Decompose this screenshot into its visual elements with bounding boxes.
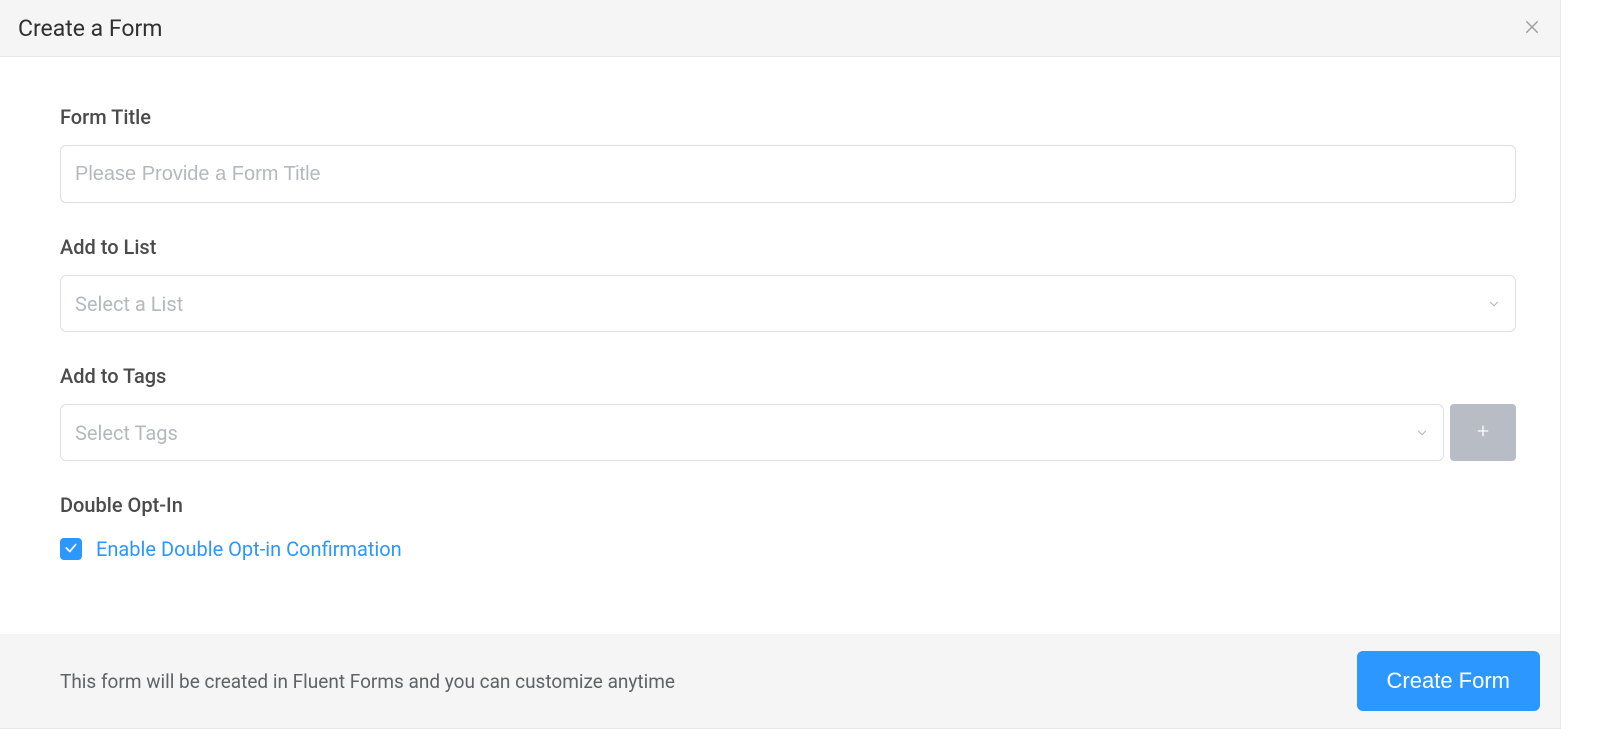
create-form-modal: Create a Form Form Title Add to List Sel… — [0, 0, 1561, 729]
enable-double-optin-label[interactable]: Enable Double Opt-in Confirmation — [96, 537, 402, 561]
tags-select-placeholder: Select Tags — [75, 421, 178, 445]
double-optin-group: Double Opt-In Enable Double Opt-in Confi… — [60, 493, 1516, 561]
add-to-list-group: Add to List Select a List — [60, 235, 1516, 332]
modal-footer: This form will be created in Fluent Form… — [0, 634, 1560, 728]
form-title-group: Form Title — [60, 105, 1516, 203]
footer-note: This form will be created in Fluent Form… — [60, 670, 675, 693]
tags-select[interactable]: Select Tags — [60, 404, 1444, 461]
plus-icon — [1475, 423, 1491, 443]
form-title-input[interactable] — [60, 145, 1516, 203]
enable-double-optin-row[interactable]: Enable Double Opt-in Confirmation — [60, 537, 1516, 561]
double-optin-label: Double Opt-In — [60, 493, 1516, 517]
add-to-tags-label: Add to Tags — [60, 364, 1516, 388]
form-title-label: Form Title — [60, 105, 1516, 129]
add-to-list-label: Add to List — [60, 235, 1516, 259]
add-to-tags-group: Add to Tags Select Tags — [60, 364, 1516, 461]
chevron-down-icon — [1415, 426, 1429, 440]
chevron-down-icon — [1487, 297, 1501, 311]
modal-body: Form Title Add to List Select a List Add… — [0, 57, 1560, 634]
close-icon — [1523, 18, 1541, 40]
create-form-button[interactable]: Create Form — [1357, 651, 1540, 711]
add-tag-button[interactable] — [1450, 404, 1516, 461]
close-button[interactable] — [1522, 19, 1542, 39]
check-icon — [64, 540, 78, 559]
enable-double-optin-checkbox[interactable] — [60, 538, 82, 560]
modal-title: Create a Form — [18, 15, 162, 42]
list-select[interactable]: Select a List — [60, 275, 1516, 332]
create-form-button-label: Create Form — [1387, 668, 1510, 694]
list-select-placeholder: Select a List — [75, 292, 183, 316]
modal-header: Create a Form — [0, 0, 1560, 57]
